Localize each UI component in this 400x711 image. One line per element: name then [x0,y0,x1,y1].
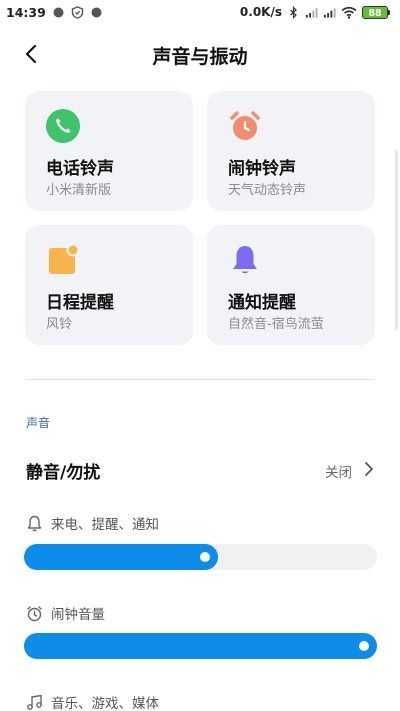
slider-knob[interactable] [359,641,369,651]
dot-notification-icon [53,7,64,18]
dnd-label: 静音/勿扰 [26,463,101,483]
bell-icon [233,246,257,274]
header: 声音与振动 [0,36,400,72]
volume-label-alarm: 闹钟音量 [26,603,105,623]
chevron-right-icon [365,462,373,476]
card-title: 电话铃声 [46,159,114,179]
card-alarm-ringtone[interactable]: 闹钟铃声 天气动态铃声 [207,91,375,211]
signal-icon [323,7,336,18]
divider [26,379,374,380]
shield-icon [71,6,83,19]
card-title: 闹钟铃声 [228,159,296,179]
volume-label-text: 音乐、游戏、媒体 [51,696,159,711]
card-title: 日程提醒 [46,293,114,313]
network-speed: 0.0K/s [239,5,282,19]
status-time: 14:39 [6,5,46,20]
phone-icon [46,109,80,143]
battery-level: 88 [362,5,388,19]
card-title: 通知提醒 [228,293,296,313]
status-bar: 14:39 0.0K/s 88 [0,0,400,26]
scrollbar[interactable] [395,150,398,330]
dnd-row[interactable]: 静音/勿扰 关闭 [0,446,400,492]
volume-label-text: 闹钟音量 [51,607,105,623]
card-notification-reminder[interactable]: 通知提醒 自然音-宿鸟流萤 [207,225,375,345]
card-calendar-reminder[interactable]: 日程提醒 风铃 [25,225,193,345]
bell-outline-icon [27,515,42,531]
volume-label-text: 来电、提醒、通知 [51,517,159,533]
section-label: 声音 [26,416,51,430]
signal-icon [305,7,318,18]
card-phone-ringtone[interactable]: 电话铃声 小米清新版 [25,91,193,211]
battery-icon: 88 [362,5,390,19]
calendar-icon [49,243,80,274]
slider-knob[interactable] [200,552,210,562]
slider-fill [24,633,377,659]
page-title: 声音与振动 [152,46,248,68]
dnd-value: 关闭 [325,465,352,481]
dot-notification-icon [91,7,102,18]
alarm-volume-slider[interactable] [24,633,377,659]
slider-fill [24,544,218,570]
music-note-icon [27,694,42,710]
alarm-outline-icon [27,605,42,621]
wifi-icon [341,6,357,19]
card-subtitle: 天气动态铃声 [228,183,307,198]
card-subtitle: 小米清新版 [46,183,112,198]
ringer-volume-slider[interactable] [24,544,377,570]
volume-label-ringer: 来电、提醒、通知 [26,513,159,533]
alarm-clock-icon [230,111,260,140]
bluetooth-icon [290,5,297,19]
card-subtitle: 风铃 [46,317,73,332]
card-subtitle: 自然音-宿鸟流萤 [228,317,324,332]
volume-label-media: 音乐、游戏、媒体 [26,692,159,711]
